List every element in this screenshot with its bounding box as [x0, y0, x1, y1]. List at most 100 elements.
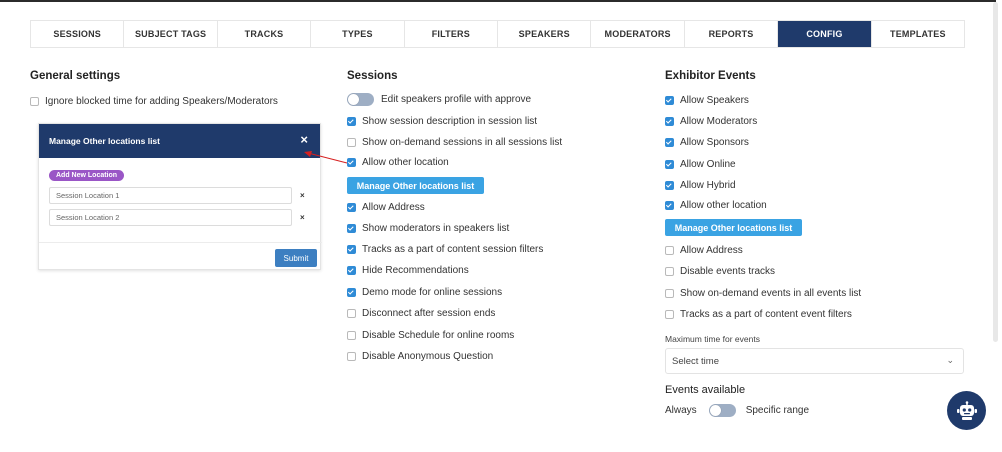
- exhibitor-option-label-10: Tracks as a part of content event filter…: [680, 309, 852, 320]
- exhibitor-option-checkbox-5[interactable]: [665, 181, 674, 190]
- exhibitor-option-checkbox-9[interactable]: [665, 289, 674, 298]
- ignore-blocked-row[interactable]: Ignore blocked time for adding Speakers/…: [30, 96, 278, 107]
- sessions-option-label-1: Show session description in session list: [362, 116, 538, 127]
- tab-filters[interactable]: FILTERS: [405, 21, 499, 47]
- sessions-manage-locations-button[interactable]: Manage Other locations list: [347, 177, 484, 194]
- exhibitor-option-checkbox-1[interactable]: [665, 96, 674, 105]
- sessions-option-label-2: Show on-demand sessions in all sessions …: [362, 137, 563, 148]
- sessions-option-checkbox-4[interactable]: [347, 203, 356, 212]
- submit-button[interactable]: Submit: [275, 249, 317, 267]
- sessions-option-row-7[interactable]: Hide Recommendations: [347, 265, 469, 276]
- ignore-blocked-checkbox[interactable]: [30, 97, 39, 106]
- add-new-location-button[interactable]: Add New Location: [49, 170, 125, 181]
- remove-location-1-icon[interactable]: ×: [300, 191, 305, 200]
- sessions-option-checkbox-1[interactable]: [347, 117, 356, 126]
- sessions-option-checkbox-8[interactable]: [347, 288, 356, 297]
- sessions-option-checkbox-11[interactable]: [347, 352, 356, 361]
- exhibitor-option-label-6: Allow other location: [680, 200, 767, 211]
- exhibitor-option-label-5: Allow Hybrid: [680, 180, 736, 191]
- events-range-toggle[interactable]: [708, 404, 736, 417]
- robot-icon: [956, 400, 977, 420]
- sessions-option-row-10[interactable]: Disable Schedule for online rooms: [347, 330, 514, 341]
- sessions-option-label-10: Disable Schedule for online rooms: [362, 330, 515, 341]
- manage-locations-modal: Manage Other locations list × Add New Lo…: [38, 123, 322, 270]
- exhibitor-option-checkbox-10[interactable]: [665, 310, 674, 319]
- sessions-option-row-5[interactable]: Show moderators in speakers list: [347, 223, 509, 234]
- tab-moderators[interactable]: MODERATORS: [591, 21, 685, 47]
- exhibitor-option-label-8: Disable events tracks: [680, 266, 776, 277]
- exhibitor-option-row-4[interactable]: Allow Online: [665, 159, 736, 170]
- max-time-select[interactable]: Select time ⌄: [665, 348, 964, 374]
- exhibitor-option-row-7[interactable]: Allow Address: [665, 245, 743, 256]
- chatbot-button[interactable]: [947, 391, 986, 430]
- sessions-option-checkbox-6[interactable]: [347, 245, 356, 254]
- sessions-option-label-9: Disconnect after session ends: [362, 308, 496, 319]
- tab-speakers[interactable]: SPEAKERS: [498, 21, 592, 47]
- edit-speakers-toggle[interactable]: [347, 93, 374, 106]
- sessions-option-row-3[interactable]: Allow other location: [347, 157, 449, 168]
- sessions-option-row-9[interactable]: Disconnect after session ends: [347, 308, 495, 319]
- sessions-option-checkbox-7[interactable]: [347, 266, 356, 275]
- sessions-title: Sessions: [347, 70, 398, 82]
- always-label: Always: [665, 405, 697, 416]
- sessions-option-row-8[interactable]: Demo mode for online sessions: [347, 287, 502, 298]
- exhibitor-option-row-3[interactable]: Allow Sponsors: [665, 137, 749, 148]
- exhibitor-option-label-3: Allow Sponsors: [680, 137, 749, 148]
- exhibitor-option-checkbox-8[interactable]: [665, 267, 674, 276]
- sessions-option-row-11[interactable]: Disable Anonymous Question: [347, 351, 493, 362]
- sessions-option-checkbox-5[interactable]: [347, 224, 356, 233]
- events-available-title: Events available: [665, 384, 746, 396]
- exhibitor-option-row-2[interactable]: Allow Moderators: [665, 116, 757, 127]
- sessions-option-label-3: Allow other location: [362, 157, 449, 168]
- tab-tracks[interactable]: TRACKS: [218, 21, 312, 47]
- exhibitor-events-title: Exhibitor Events: [665, 70, 756, 82]
- tab-templates[interactable]: TEMPLATES: [872, 21, 964, 47]
- exhibitor-option-checkbox-6[interactable]: [665, 201, 674, 210]
- exhibitor-option-row-1[interactable]: Allow Speakers: [665, 95, 749, 106]
- exhibitor-option-label-7: Allow Address: [680, 245, 743, 256]
- max-time-value: Select time: [672, 355, 719, 367]
- exhibitor-option-checkbox-4[interactable]: [665, 160, 674, 169]
- exhibitor-option-checkbox-2[interactable]: [665, 117, 674, 126]
- sessions-option-label-6: Tracks as a part of content session filt…: [362, 244, 544, 255]
- exhibitor-option-row-8[interactable]: Disable events tracks: [665, 266, 775, 277]
- tab-types[interactable]: TYPES: [311, 21, 405, 47]
- sessions-option-checkbox-9[interactable]: [347, 309, 356, 318]
- exhibitor-option-label-9: Show on-demand events in all events list: [680, 288, 862, 299]
- edit-speakers-toggle-label: Edit speakers profile with approve: [381, 94, 532, 105]
- exhibitor-option-row-6[interactable]: Allow other location: [665, 200, 767, 211]
- location-input-1[interactable]: Session Location 1: [49, 187, 292, 204]
- exhibitor-manage-locations-button[interactable]: Manage Other locations list: [665, 219, 802, 236]
- max-time-label: Maximum time for events: [665, 334, 760, 344]
- ignore-blocked-label: Ignore blocked time for adding Speakers/…: [45, 96, 278, 107]
- modal-header: Manage Other locations list ×: [39, 124, 320, 158]
- general-settings-title: General settings: [30, 70, 121, 82]
- exhibitor-option-row-5[interactable]: Allow Hybrid: [665, 180, 736, 191]
- tab-config[interactable]: CONFIG: [778, 21, 872, 47]
- tab-sessions[interactable]: SESSIONS: [31, 21, 125, 47]
- exhibitor-option-checkbox-7[interactable]: [665, 246, 674, 255]
- sessions-option-checkbox-3[interactable]: [347, 158, 356, 167]
- remove-location-2-icon[interactable]: ×: [300, 213, 305, 222]
- sessions-option-row-4[interactable]: Allow Address: [347, 202, 425, 213]
- sessions-option-checkbox-10[interactable]: [347, 331, 356, 340]
- specific-range-label: Specific range: [745, 405, 810, 416]
- exhibitor-option-row-10[interactable]: Tracks as a part of content event filter…: [665, 309, 852, 320]
- close-icon[interactable]: ×: [300, 133, 308, 147]
- events-available-row: Always Specific range: [665, 404, 809, 417]
- tab-reports[interactable]: REPORTS: [685, 21, 779, 47]
- tab-subject-tags[interactable]: SUBJECT TAGS: [124, 21, 218, 47]
- sessions-option-row-6[interactable]: Tracks as a part of content session filt…: [347, 244, 543, 255]
- exhibitor-option-checkbox-3[interactable]: [665, 138, 674, 147]
- exhibitor-option-label-2: Allow Moderators: [680, 116, 758, 127]
- config-tabs: SESSIONS SUBJECT TAGS TRACKS TYPES FILTE…: [30, 20, 965, 48]
- exhibitor-option-label-4: Allow Online: [680, 159, 736, 170]
- location-input-2[interactable]: Session Location 2: [49, 209, 292, 226]
- sessions-option-row-2[interactable]: Show on-demand sessions in all sessions …: [347, 137, 562, 148]
- scrollbar[interactable]: [993, 2, 998, 342]
- exhibitor-option-row-9[interactable]: Show on-demand events in all events list: [665, 288, 861, 299]
- sessions-option-checkbox-2[interactable]: [347, 138, 356, 147]
- edit-speakers-toggle-row[interactable]: Edit speakers profile with approve: [347, 93, 531, 106]
- sessions-option-row-1[interactable]: Show session description in session list: [347, 116, 537, 127]
- sessions-option-label-8: Demo mode for online sessions: [362, 287, 503, 298]
